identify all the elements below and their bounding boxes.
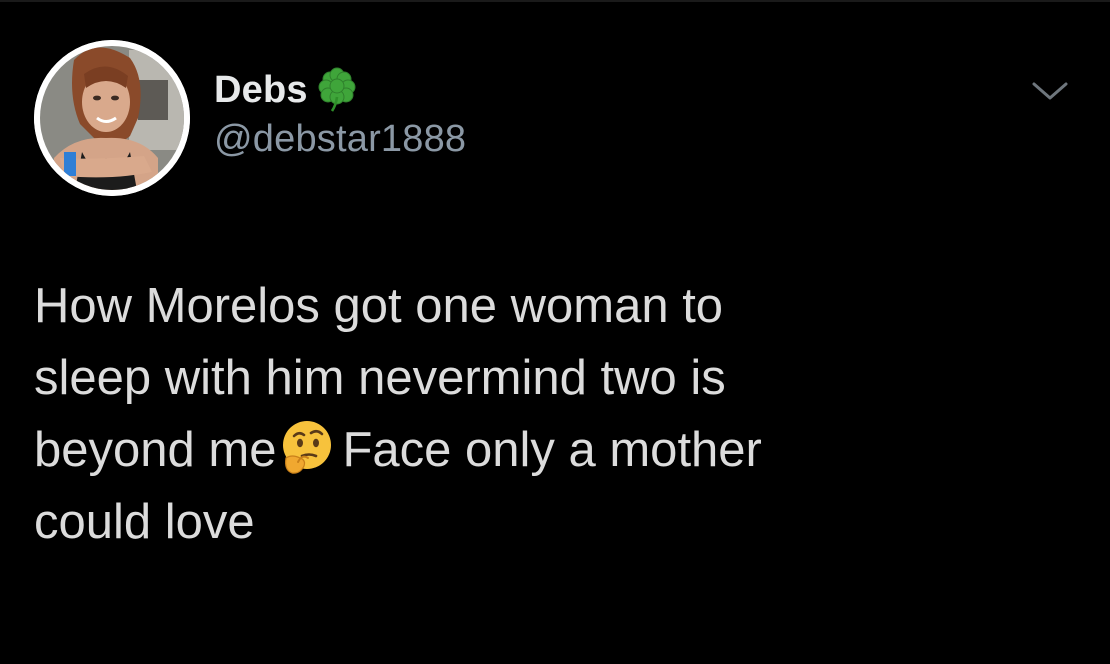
tweet-text-line: beyond me Face only a mother	[34, 414, 1084, 486]
avatar[interactable]	[34, 40, 190, 196]
tweet-text-segment: Face only a mother	[342, 423, 762, 477]
tweet-text-segment: beyond me	[34, 423, 277, 477]
thinking-face-icon	[278, 418, 336, 476]
author-name-row: Debs	[214, 64, 360, 116]
chevron-down-icon[interactable]	[1030, 78, 1070, 106]
tweet-card: Debs @debstar1888 How Morelos got one wo…	[0, 0, 1110, 664]
tweet-text-line: How Morelos got one woman to	[34, 279, 724, 333]
four-leaf-clover-icon	[314, 67, 360, 113]
divider	[0, 0, 1110, 2]
display-name[interactable]: Debs	[214, 69, 308, 112]
tweet-body: How Morelos got one woman to sleep with …	[34, 270, 1084, 558]
tweet-text-line: could love	[34, 495, 255, 549]
tweet-text-line: sleep with him nevermind two is	[34, 351, 726, 405]
user-handle[interactable]: @debstar1888	[214, 118, 466, 161]
